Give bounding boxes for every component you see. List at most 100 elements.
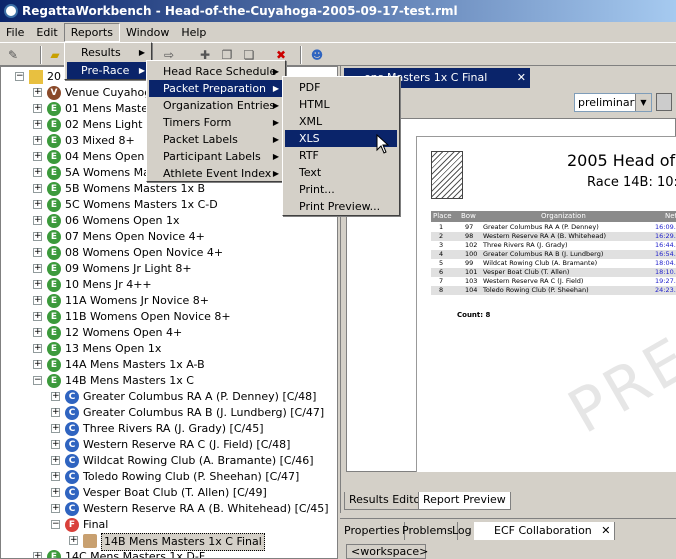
chevron-right-icon: ▶ [272,84,279,93]
tree-item[interactable]: + E 12 Womens Open 4+ [1,325,337,341]
tree-item[interactable]: + E 10 Mens Jr 4++ [1,277,337,293]
collapse-icon[interactable]: − [15,72,24,81]
menu-item-print[interactable]: Print... [285,181,397,198]
expand-icon[interactable]: + [51,408,60,417]
expand-icon[interactable]: + [33,552,42,558]
close-icon[interactable]: ✕ [517,68,526,88]
tree-item[interactable]: + E 13 Mens Open 1x [1,341,337,357]
collapse-icon[interactable]: − [33,376,42,385]
expand-icon[interactable]: + [51,472,60,481]
collapse-icon[interactable]: − [51,520,60,529]
tree-item[interactable]: + C Greater Columbus RA A (P. Denney) [C/4… [1,389,337,405]
expand-icon[interactable]: + [51,504,60,513]
expand-icon[interactable]: + [33,360,42,369]
tab-report-preview[interactable]: Report Preview [418,492,511,510]
menu-item-xml[interactable]: XML [285,113,397,130]
tree-item[interactable]: + E 11A Womens Jr Novice 8+ [1,293,337,309]
expand-icon[interactable]: + [51,456,60,465]
menu-item-timers-form[interactable]: Timers Form ▶ [149,114,283,131]
expand-icon[interactable]: + [33,232,42,241]
event-icon: E [47,166,61,180]
menu-item-packet-preparation[interactable]: Packet Preparation ▶ [149,80,283,97]
expand-icon[interactable]: + [33,152,42,161]
tree-item[interactable]: + E 08 Womens Open Novice 4+ [1,245,337,261]
tree-item[interactable]: + E 09 Womens Jr Light 8+ [1,261,337,277]
expand-icon[interactable]: + [51,440,60,449]
menu-item-head-race-schedule[interactable]: Head Race Schedule ▶ [149,63,283,80]
tab-properties[interactable]: Properties [340,522,405,540]
header-place: Place [433,212,452,220]
tree-item[interactable]: + C Vesper Boat Club (T. Allen) [C/49] [1,485,337,501]
menu-item-text[interactable]: Text [285,164,397,181]
tree-item[interactable]: + E 11B Womens Open Novice 8+ [1,309,337,325]
tree-item-label: 14B Mens Masters 1x C [65,374,194,387]
report-row: 7 103 Western Reserve RA C (J. Field) 19:27… [431,277,676,286]
expand-icon[interactable]: + [33,264,42,273]
report-cell-place: 3 [439,241,444,249]
menu-item-packet-labels[interactable]: Packet Labels ▶ [149,131,283,148]
menu-item-html[interactable]: HTML [285,96,397,113]
save-icon[interactable] [656,93,672,111]
menu-item-results[interactable]: Results ▶ [67,44,149,61]
expand-icon[interactable]: + [33,328,42,337]
tree-item[interactable]: + E 14A Mens Masters 1x A-B [1,357,337,373]
event-icon: E [47,118,61,132]
expand-icon[interactable]: + [33,88,42,97]
tree-item-label: 5A Womens Ma [65,166,150,179]
menu-file[interactable]: File [0,24,30,41]
expand-icon[interactable]: + [33,216,42,225]
report-cell-bow: 104 [465,286,478,294]
tree-item[interactable]: +14B Mens Masters 1x C Final [1,533,337,551]
menu-item-organization-entries[interactable]: Organization Entries ▶ [149,97,283,114]
expand-icon[interactable]: + [33,312,42,321]
expand-icon[interactable]: + [51,392,60,401]
tree-item[interactable]: + C Greater Columbus RA B (J. Lundberg) [C… [1,405,337,421]
collaboration-icon[interactable]: ☻ [308,46,326,64]
report-cell-org: Greater Columbus RA B (J. Lundberg) [483,250,604,258]
expand-icon[interactable]: + [33,296,42,305]
tree-item-label: Wildcat Rowing Club (A. Bramante) [C/46] [83,454,314,467]
expand-icon[interactable]: + [33,280,42,289]
menu-item-pre-race[interactable]: Pre-Race ▶ [67,62,149,79]
tree-item[interactable]: + E 07 Mens Open Novice 4+ [1,229,337,245]
expand-icon[interactable]: + [33,120,42,129]
tree-item[interactable]: + E 14C Mens Masters 1x D-F [1,549,337,558]
expand-icon[interactable]: + [33,184,42,193]
expand-icon[interactable]: + [51,488,60,497]
close-icon[interactable]: ✕ [601,524,610,537]
expand-icon[interactable]: + [33,248,42,257]
chevron-down-icon[interactable]: ▼ [635,94,651,111]
tree-item[interactable]: + C Toledo Rowing Club (P. Sheehan) [C/47] [1,469,337,485]
menu-item-participant-labels[interactable]: Participant Labels ▶ [149,148,283,165]
menu-reports[interactable]: Reports [63,22,120,42]
tree-item[interactable]: + C Three Rivers RA (J. Grady) [C/45] [1,421,337,437]
menu-item-print-preview[interactable]: Print Preview... [285,198,397,215]
expand-icon[interactable]: + [33,344,42,353]
tab-log[interactable]: Log [448,522,477,540]
expand-icon[interactable]: + [33,104,42,113]
menu-item-label: Athlete Event Index [163,167,272,180]
menu-help[interactable]: Help [175,24,212,41]
tree-item[interactable]: − E 14B Mens Masters 1x C [1,373,337,389]
tab-ecf-collaboration[interactable]: ECF Collaboration ✕ [474,522,616,540]
expand-icon[interactable]: + [33,136,42,145]
status-select[interactable]: preliminary ▼ [574,93,652,112]
expand-icon[interactable]: + [69,536,78,545]
tab-results-editor[interactable]: Results Editor [344,492,430,510]
menu-window[interactable]: Window [120,24,175,41]
menu-item-athlete-event-index[interactable]: Athlete Event Index ▶ [149,165,283,182]
tree-item[interactable]: − F Final [1,517,337,533]
expand-icon[interactable]: + [33,168,42,177]
tree-item-label: Vesper Boat Club (T. Allen) [C/49] [83,486,267,499]
tree-item-label: Three Rivers RA (J. Grady) [C/45] [83,422,264,435]
menu-item-pdf[interactable]: PDF [285,79,397,96]
tree-item[interactable]: + C Western Reserve RA A (B. Whitehead) [C… [1,501,337,517]
new-icon[interactable]: ✎ [4,46,22,64]
menu-edit[interactable]: Edit [30,24,63,41]
expand-icon[interactable]: + [33,200,42,209]
chevron-right-icon: ▶ [272,169,279,178]
open-folder-icon[interactable]: ▰ [46,46,64,64]
tree-item[interactable]: + C Wildcat Rowing Club (A. Bramante) [C/4… [1,453,337,469]
expand-icon[interactable]: + [51,424,60,433]
tree-item[interactable]: + C Western Reserve RA C (J. Field) [C/48] [1,437,337,453]
